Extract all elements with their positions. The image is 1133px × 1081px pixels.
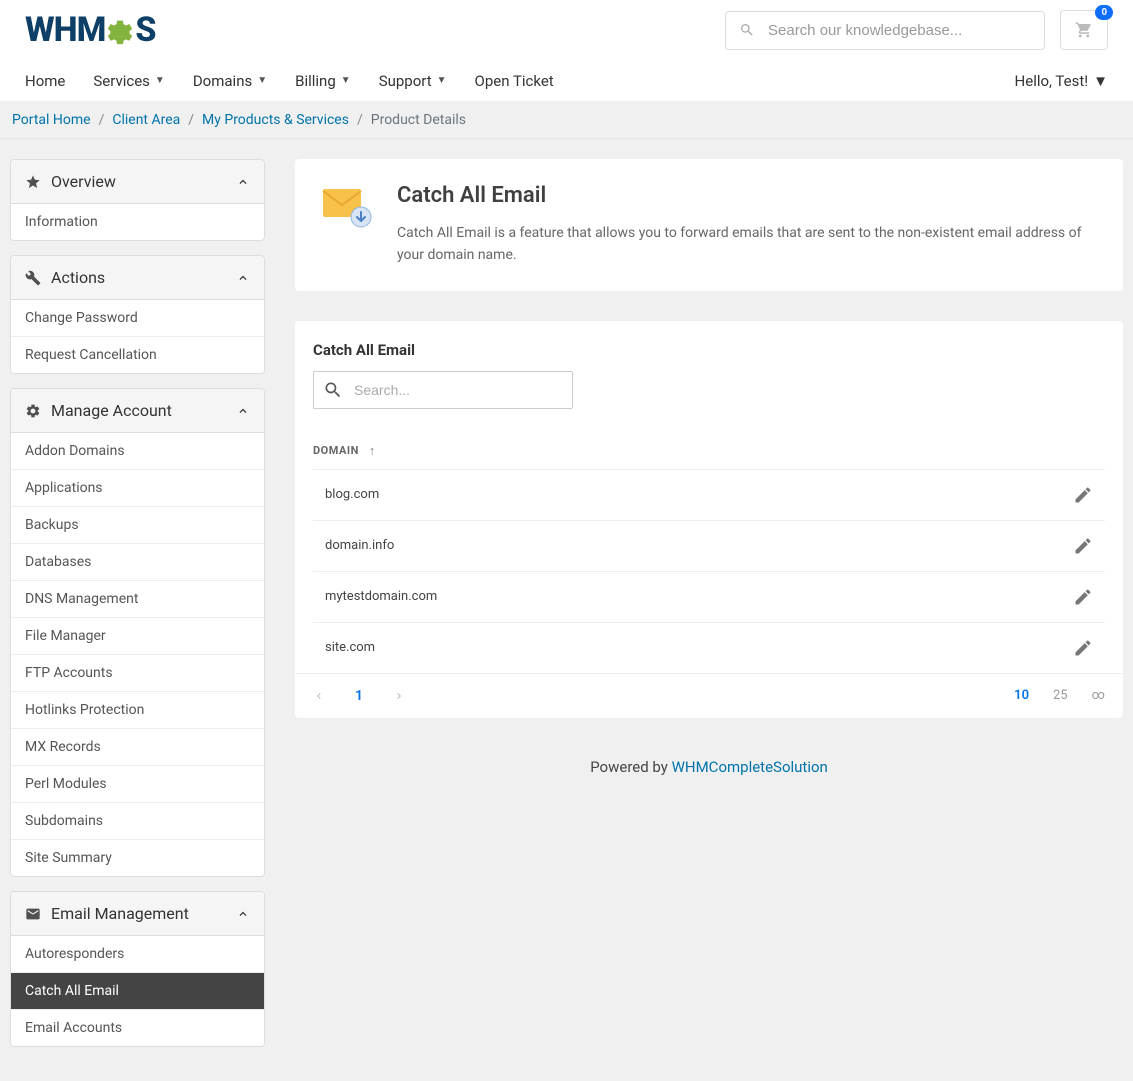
user-greeting: Hello, Test! bbox=[1015, 72, 1089, 90]
domain-cell: domain.info bbox=[325, 538, 394, 553]
sidebar-item-perl-modules[interactable]: Perl Modules bbox=[11, 765, 264, 802]
chevron-up-icon bbox=[236, 907, 250, 921]
column-domain: DOMAIN bbox=[313, 444, 359, 457]
sidebar-item-request-cancellation[interactable]: Request Cancellation bbox=[11, 336, 264, 373]
sidebar-item-email-accounts[interactable]: Email Accounts bbox=[11, 1009, 264, 1046]
nav-billing[interactable]: Billing▼ bbox=[295, 72, 351, 90]
edit-button[interactable] bbox=[1073, 485, 1093, 505]
domain-cell: site.com bbox=[325, 640, 375, 655]
footer: Powered by WHMCompleteSolution bbox=[295, 718, 1123, 796]
sidebar-item-catch-all-email[interactable]: Catch All Email bbox=[11, 972, 264, 1009]
page-prev[interactable] bbox=[313, 690, 325, 702]
cart-icon bbox=[1075, 21, 1093, 39]
kb-search bbox=[725, 11, 1045, 50]
page-size-∞[interactable]: ∞ bbox=[1092, 688, 1105, 703]
domain-cell: blog.com bbox=[325, 487, 379, 502]
gear-icon bbox=[103, 13, 137, 47]
nav-home[interactable]: Home bbox=[25, 72, 65, 90]
breadcrumb: Portal Home/Client Area/My Products & Se… bbox=[0, 102, 1133, 139]
sidebar-item-information[interactable]: Information bbox=[11, 204, 264, 240]
nav-domains[interactable]: Domains▼ bbox=[193, 72, 267, 90]
page-size-10[interactable]: 10 bbox=[1014, 688, 1029, 703]
hero-panel: Catch All Email Catch All Email is a fea… bbox=[295, 159, 1123, 291]
caret-down-icon: ▼ bbox=[1093, 72, 1108, 90]
table-header[interactable]: DOMAIN ↑ bbox=[313, 433, 1105, 469]
sidebar-item-backups[interactable]: Backups bbox=[11, 506, 264, 543]
logo-text-1: WHM bbox=[25, 10, 105, 50]
breadcrumb-link[interactable]: Client Area bbox=[112, 112, 180, 128]
table-search-input[interactable] bbox=[313, 371, 573, 409]
sidebar-item-file-manager[interactable]: File Manager bbox=[11, 617, 264, 654]
sidebar-item-mx-records[interactable]: MX Records bbox=[11, 728, 264, 765]
cart-badge: 0 bbox=[1095, 5, 1113, 20]
breadcrumb-link[interactable]: My Products & Services bbox=[202, 112, 349, 128]
panel-header[interactable]: Actions bbox=[11, 256, 264, 300]
breadcrumb-current: Product Details bbox=[371, 112, 466, 128]
panel-manage-account: Manage AccountAddon DomainsApplicationsB… bbox=[10, 388, 265, 877]
gear-icon bbox=[25, 403, 41, 419]
sidebar-item-autoresponders[interactable]: Autoresponders bbox=[11, 936, 264, 972]
sort-asc-icon: ↑ bbox=[369, 443, 376, 459]
table-search bbox=[313, 371, 573, 409]
edit-button[interactable] bbox=[1073, 536, 1093, 556]
nav-open-ticket[interactable]: Open Ticket bbox=[475, 72, 554, 90]
page-title: Catch All Email bbox=[397, 183, 1099, 208]
nav-support[interactable]: Support▼ bbox=[379, 72, 447, 90]
panel-header[interactable]: Email Management bbox=[11, 892, 264, 936]
panel-overview: OverviewInformation bbox=[10, 159, 265, 241]
card-title: Catch All Email bbox=[295, 321, 1123, 371]
sidebar-item-subdomains[interactable]: Subdomains bbox=[11, 802, 264, 839]
table-row: site.com bbox=[313, 622, 1105, 673]
caret-down-icon: ▼ bbox=[437, 75, 447, 86]
table-row: mytestdomain.com bbox=[313, 571, 1105, 622]
chevron-up-icon bbox=[236, 271, 250, 285]
pagination: 1 10 25 ∞ bbox=[295, 673, 1123, 718]
footer-link[interactable]: WHMCompleteSolution bbox=[672, 758, 828, 776]
breadcrumb-link[interactable]: Portal Home bbox=[12, 112, 91, 128]
page-next[interactable] bbox=[393, 690, 405, 702]
cart-button[interactable]: 0 bbox=[1060, 10, 1108, 50]
panel-header[interactable]: Manage Account bbox=[11, 389, 264, 433]
domain-cell: mytestdomain.com bbox=[325, 589, 437, 604]
page-description: Catch All Email is a feature that allows… bbox=[397, 222, 1099, 267]
sidebar-item-databases[interactable]: Databases bbox=[11, 543, 264, 580]
footer-text: Powered by bbox=[590, 758, 671, 776]
sidebar-item-change-password[interactable]: Change Password bbox=[11, 300, 264, 336]
page-size-25[interactable]: 25 bbox=[1053, 688, 1068, 703]
nav-services[interactable]: Services▼ bbox=[93, 72, 164, 90]
sidebar-item-ftp-accounts[interactable]: FTP Accounts bbox=[11, 654, 264, 691]
caret-down-icon: ▼ bbox=[257, 75, 267, 86]
wrench-icon bbox=[25, 270, 41, 286]
page-current[interactable]: 1 bbox=[355, 688, 363, 704]
edit-button[interactable] bbox=[1073, 638, 1093, 658]
panel-header[interactable]: Overview bbox=[11, 160, 264, 204]
sidebar-item-applications[interactable]: Applications bbox=[11, 469, 264, 506]
chevron-up-icon bbox=[236, 404, 250, 418]
search-icon bbox=[323, 380, 343, 400]
edit-button[interactable] bbox=[1073, 587, 1093, 607]
sidebar-item-hotlinks-protection[interactable]: Hotlinks Protection bbox=[11, 691, 264, 728]
chevron-up-icon bbox=[236, 175, 250, 189]
sidebar-item-dns-management[interactable]: DNS Management bbox=[11, 580, 264, 617]
catchall-email-icon bbox=[319, 183, 373, 237]
logo[interactable]: WHM S bbox=[25, 10, 156, 50]
caret-down-icon: ▼ bbox=[155, 75, 165, 86]
star-icon bbox=[25, 174, 41, 190]
sidebar-item-site-summary[interactable]: Site Summary bbox=[11, 839, 264, 876]
sidebar-item-addon-domains[interactable]: Addon Domains bbox=[11, 433, 264, 469]
table-row: blog.com bbox=[313, 469, 1105, 520]
panel-email-management: Email ManagementAutorespondersCatch All … bbox=[10, 891, 265, 1047]
user-menu[interactable]: Hello, Test! ▼ bbox=[1015, 72, 1108, 90]
logo-text-2: S bbox=[135, 10, 155, 50]
catchall-card: Catch All Email DOMAIN ↑ blog.com domain.… bbox=[295, 321, 1123, 718]
kb-search-input[interactable] bbox=[725, 11, 1045, 50]
panel-actions: ActionsChange PasswordRequest Cancellati… bbox=[10, 255, 265, 374]
table-row: domain.info bbox=[313, 520, 1105, 571]
mail-icon bbox=[25, 906, 41, 922]
caret-down-icon: ▼ bbox=[341, 75, 351, 86]
search-icon bbox=[739, 22, 755, 38]
